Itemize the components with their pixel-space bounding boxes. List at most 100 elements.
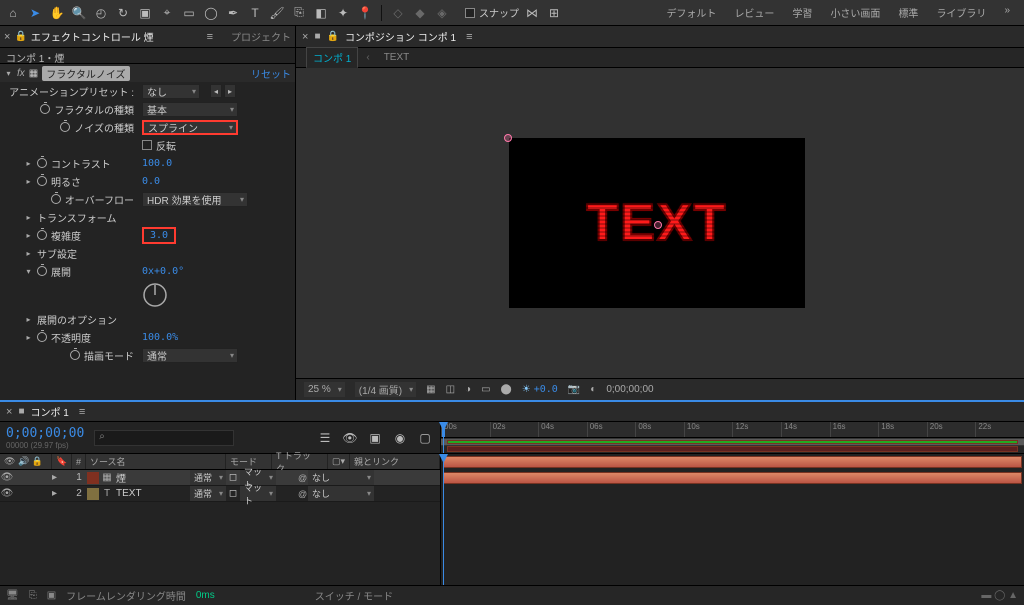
col-audio-icon[interactable]: 🔊 xyxy=(18,456,29,467)
twirl-right-icon[interactable]: ▸ xyxy=(24,177,33,186)
ruler-tick[interactable]: 08s xyxy=(635,422,684,437)
snap-label[interactable]: スナップ xyxy=(479,5,519,20)
panel-close-icon[interactable]: × xyxy=(4,31,10,43)
effect-reset[interactable]: リセット xyxy=(251,66,291,81)
layer-name[interactable]: 煙 xyxy=(114,470,190,485)
ruler-tick[interactable]: 22s xyxy=(975,422,1024,437)
brush-tool-icon[interactable]: 🖌 xyxy=(268,4,286,22)
col-parent[interactable]: 親とリンク xyxy=(350,454,440,469)
ruler-tick[interactable]: 02s xyxy=(490,422,539,437)
ruler-tick[interactable]: 12s xyxy=(732,422,781,437)
workspace-library[interactable]: ライブラリ xyxy=(936,5,986,20)
anchor-tool-icon[interactable]: ⌖ xyxy=(158,4,176,22)
lock-icon[interactable]: 🔒 xyxy=(14,31,26,42)
brightness-value[interactable]: 0.0 xyxy=(142,176,160,187)
ruler-tick[interactable]: 14s xyxy=(781,422,830,437)
comp-menu-icon[interactable]: ≡ xyxy=(466,31,472,43)
workspace-review[interactable]: レビュー xyxy=(734,5,774,20)
layer-duration-bar[interactable] xyxy=(443,472,1022,484)
layer-handle-icon[interactable] xyxy=(504,134,512,142)
resolution-dropdown[interactable]: (1/4 画質) xyxy=(355,382,416,397)
parent-pickwhip-icon[interactable]: @ xyxy=(298,473,308,483)
layer-color-chip[interactable] xyxy=(87,472,99,484)
zoom-dropdown[interactable]: 25 % xyxy=(304,382,345,397)
noise-type-dropdown[interactable]: スプライン xyxy=(142,120,238,135)
layer-visibility-icon[interactable]: 👁 xyxy=(0,488,14,499)
anchor-point-icon[interactable] xyxy=(654,221,662,229)
mask-icon[interactable]: ◑ xyxy=(465,384,471,395)
tl-foot-toggle2-icon[interactable]: ⎘ xyxy=(29,590,37,601)
layer-color-chip[interactable] xyxy=(87,488,99,500)
twirl-down-icon[interactable]: ▾ xyxy=(24,267,33,276)
timeline-menu-icon[interactable]: ≡ xyxy=(79,406,85,418)
stopwatch-icon[interactable] xyxy=(37,266,47,276)
panel-menu-icon[interactable]: ≡ xyxy=(207,31,213,43)
prop-invert-label[interactable]: 反転 xyxy=(156,138,176,153)
fractal-type-dropdown[interactable]: 基本 xyxy=(142,102,238,117)
composition-canvas[interactable]: TEXT xyxy=(509,138,805,308)
workspace-more-icon[interactable]: » xyxy=(1004,5,1010,20)
zoom-tool-icon[interactable]: 🔍 xyxy=(70,4,88,22)
clone-tool-icon[interactable]: ⎘ xyxy=(290,4,308,22)
switches-mode-toggle[interactable]: スイッチ / モード xyxy=(315,588,393,603)
layer-mode-dropdown[interactable]: 通常 xyxy=(190,486,226,501)
layer-row[interactable]: 👁▸2TTEXT通常◻マット@なし xyxy=(0,486,440,502)
show-snapshot-icon[interactable]: ◐ xyxy=(590,384,596,395)
workspace-standard[interactable]: 標準 xyxy=(898,5,918,20)
tl-foot-toggle3-icon[interactable]: ▣ xyxy=(47,590,56,601)
twirl-right-icon[interactable]: ▸ xyxy=(52,472,72,483)
shape-rect-icon[interactable]: ▭ xyxy=(180,4,198,22)
orbit-tool-icon[interactable]: ◴ xyxy=(92,4,110,22)
tab-effect-controls[interactable]: エフェクトコントロール 煙 xyxy=(31,29,154,44)
comp-subtab-comp[interactable]: コンポ 1 xyxy=(306,47,358,68)
composition-viewer[interactable]: TEXT xyxy=(296,68,1024,378)
overflow-dropdown[interactable]: HDR 効果を使用 xyxy=(142,192,248,207)
twirl-right-icon[interactable]: ▸ xyxy=(24,315,33,324)
tab-composition[interactable]: コンポジション コンポ 1 xyxy=(345,29,456,44)
workspace-small[interactable]: 小さい画面 xyxy=(830,5,880,20)
region-icon[interactable]: ▭ xyxy=(481,384,490,395)
timeline-search[interactable]: ⌕ xyxy=(94,430,234,446)
layer-duration-bar[interactable] xyxy=(443,456,1022,468)
tl-shy-icon[interactable]: 👁 xyxy=(341,429,359,447)
preset-prev-icon[interactable]: ◂ xyxy=(210,84,222,98)
ruler-tick[interactable]: 16s xyxy=(830,422,879,437)
invert-checkbox[interactable] xyxy=(142,140,152,150)
tl-foot-toggle1-icon[interactable]: 🖥 xyxy=(6,590,19,601)
opacity-value[interactable]: 100.0% xyxy=(142,332,178,343)
stopwatch-icon[interactable] xyxy=(37,158,47,168)
rotate-tool-icon[interactable]: ↻ xyxy=(114,4,132,22)
ruler-tick[interactable]: 10s xyxy=(684,422,733,437)
preset-next-icon[interactable]: ▸ xyxy=(224,84,236,98)
col-source[interactable]: ソース名 xyxy=(86,454,226,469)
hand-tool-icon[interactable]: ✋ xyxy=(48,4,66,22)
preset-dropdown[interactable]: なし xyxy=(142,84,200,99)
comp-lock-icon[interactable]: ■ xyxy=(314,31,320,42)
col-track[interactable]: T トラック... xyxy=(272,454,328,469)
tl-mb-icon[interactable]: ◉ xyxy=(391,429,409,447)
blend-mode-dropdown[interactable]: 通常 xyxy=(142,348,238,363)
comp-subtab-text[interactable]: TEXT xyxy=(378,50,416,65)
stopwatch-icon[interactable] xyxy=(60,122,70,132)
fx-visibility-icon[interactable]: ▦ xyxy=(29,68,38,79)
snapshot-icon[interactable]: 📷 xyxy=(568,384,580,395)
timeline-lock-icon[interactable]: ■ xyxy=(18,406,24,417)
tl-comp-icon[interactable]: ☰ xyxy=(316,429,334,447)
exposure-reset-icon[interactable]: ☀ xyxy=(522,384,531,395)
comp-lock2-icon[interactable]: 🔒 xyxy=(326,31,338,42)
tl-fx-icon[interactable]: ▣ xyxy=(366,429,384,447)
evolution-value[interactable]: 0x+0.0° xyxy=(142,266,184,277)
complexity-value[interactable]: 3.0 xyxy=(142,227,176,244)
camera-tool-icon[interactable]: ▣ xyxy=(136,4,154,22)
parent-dropdown[interactable]: なし xyxy=(308,486,374,501)
twirl-right-icon[interactable]: ▸ xyxy=(24,159,33,168)
ruler-tick[interactable]: 04s xyxy=(538,422,587,437)
parent-pickwhip-icon[interactable]: @ xyxy=(298,489,308,499)
stopwatch-icon[interactable] xyxy=(70,350,80,360)
layer-name[interactable]: TEXT xyxy=(114,488,190,499)
channel-icon[interactable]: ⬤ xyxy=(501,384,512,395)
time-ruler[interactable]: 00s02s04s06s08s10s12s14s16s18s20s22s xyxy=(441,422,1024,438)
guides-icon[interactable]: ◫ xyxy=(446,384,455,395)
snap-opt2-icon[interactable]: ⊞ xyxy=(545,4,563,22)
puppet-tool-icon[interactable]: 📍 xyxy=(356,4,374,22)
